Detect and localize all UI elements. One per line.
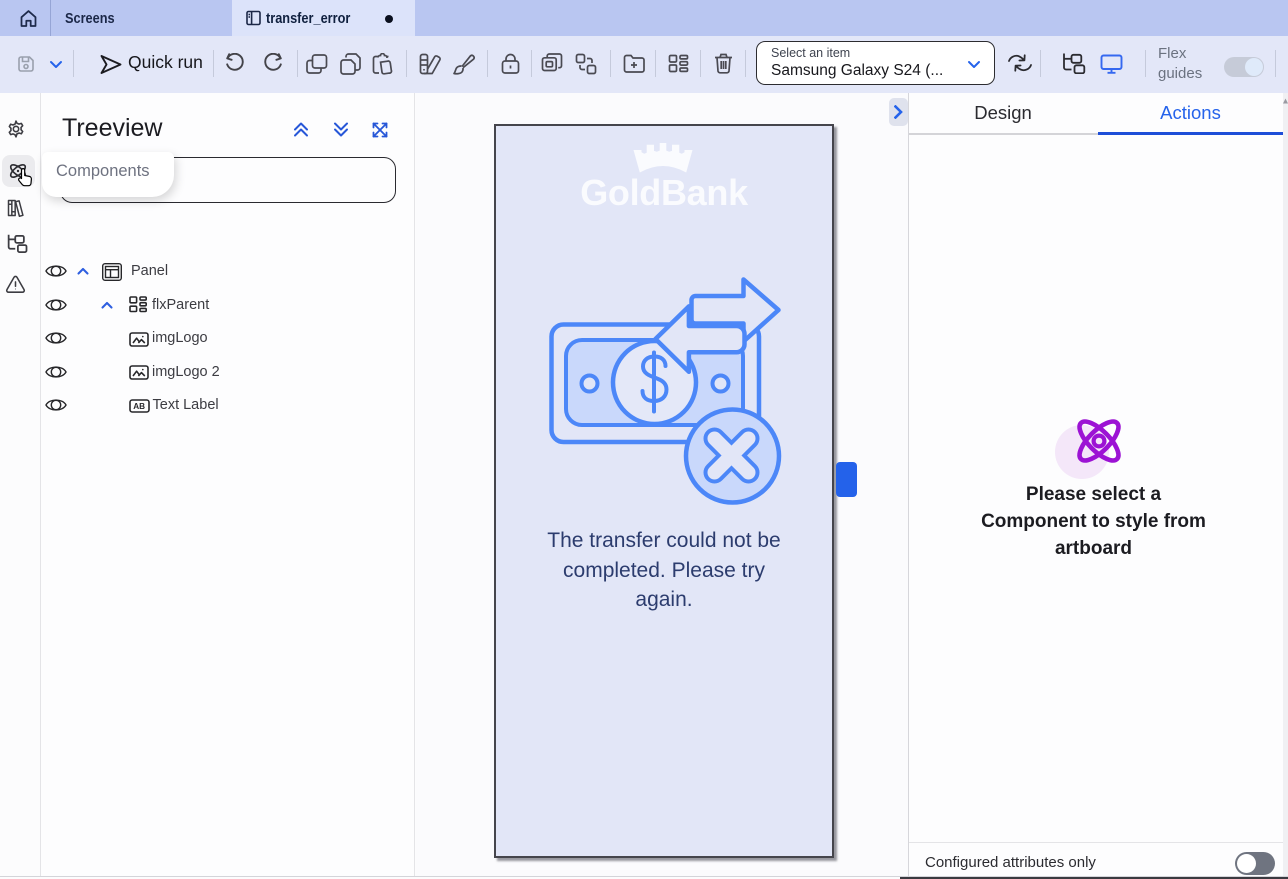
- svg-text:AB: AB: [133, 402, 145, 411]
